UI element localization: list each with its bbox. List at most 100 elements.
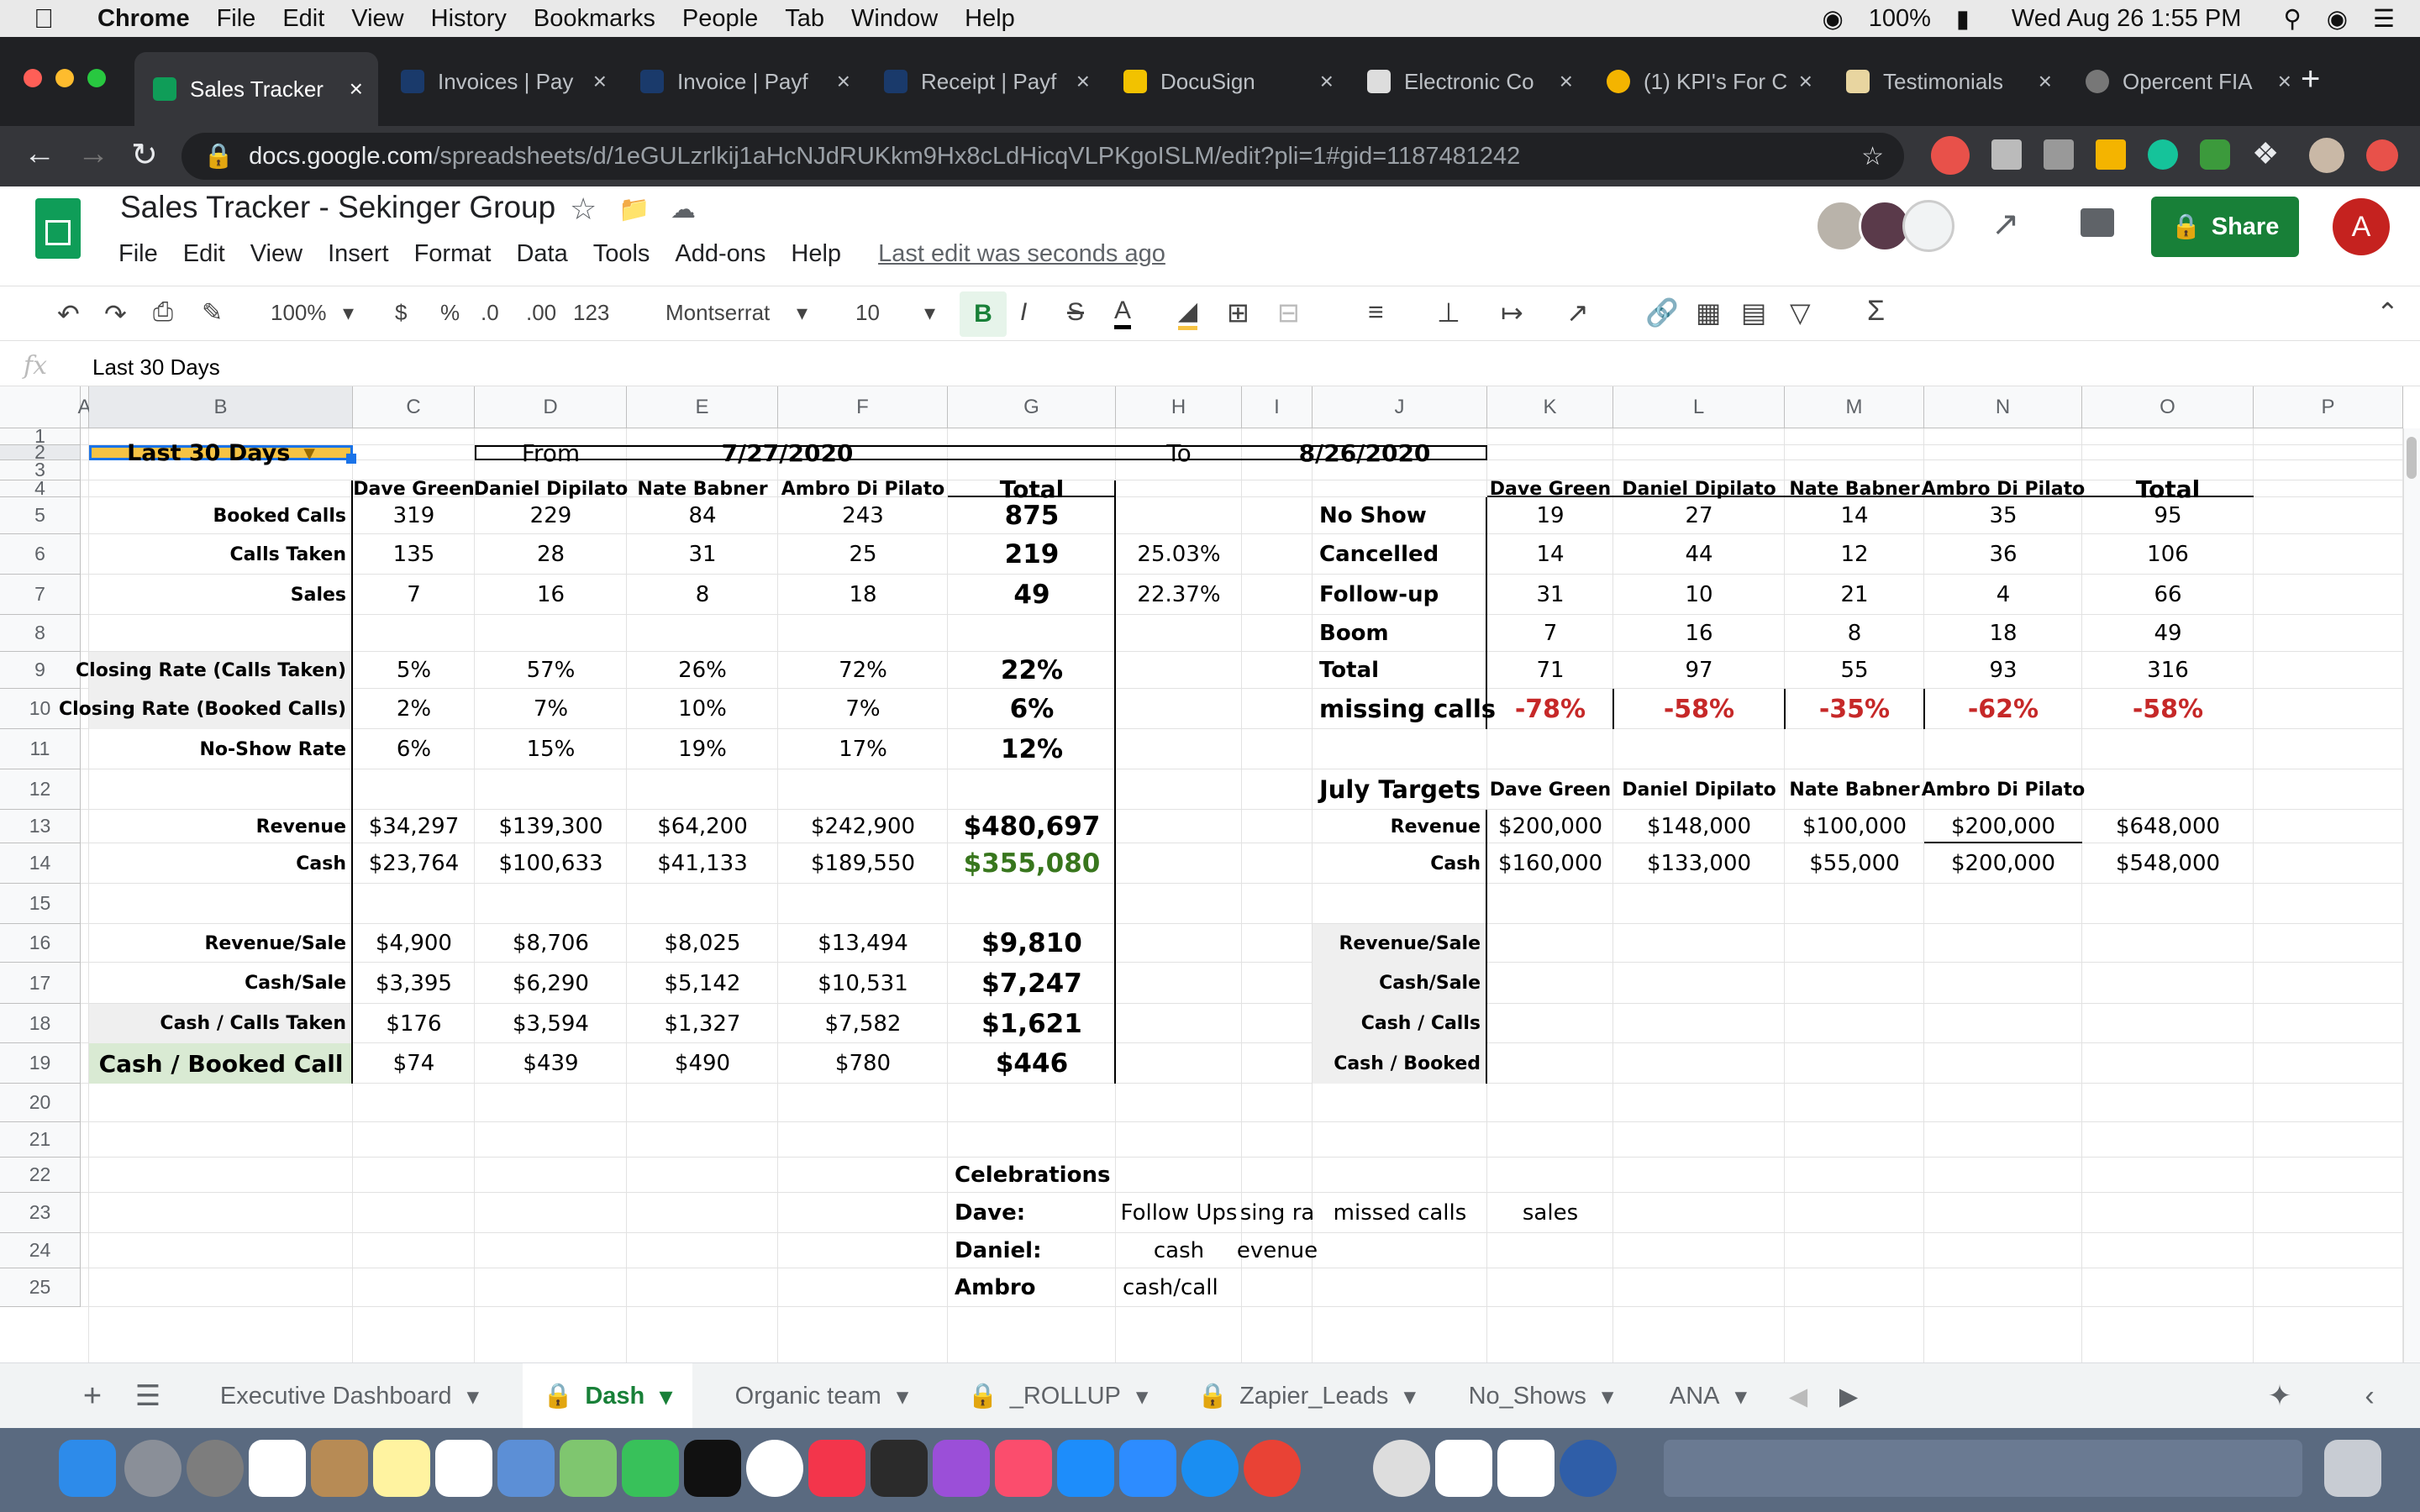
menubar-item[interactable]: Help [965,5,1015,33]
chevron-down-icon[interactable]: ▾ [897,1382,909,1411]
decrease-decimal-button[interactable]: .0 [481,300,499,326]
strikethrough-button[interactable]: S [1067,298,1084,327]
chevron-down-icon[interactable]: ▾ [797,300,808,326]
row-header-16[interactable]: 16 [0,924,81,963]
percent-format-button[interactable]: % [440,300,460,326]
browser-tab[interactable]: Electronic Co × [1349,55,1588,108]
sheet-tab-rollup[interactable]: 🔒 _ROLLUP ▾ [951,1363,1165,1432]
menubar-app-name[interactable]: Chrome [97,5,190,33]
borders-icon[interactable]: ⊞ [1227,297,1249,328]
scroll-tabs-right-icon[interactable]: ▶ [1832,1363,1865,1429]
app-icon[interactable] [1497,1440,1555,1497]
text-wrap-icon[interactable]: ↦ [1501,297,1523,328]
all-sheets-icon[interactable]: ☰ [126,1363,170,1429]
row-header-14[interactable]: 14 [0,843,81,884]
row-header-15[interactable]: 15 [0,884,81,924]
add-sheet-icon[interactable]: + [71,1363,114,1429]
contacts-icon[interactable] [311,1440,368,1497]
row-header-13[interactable]: 13 [0,810,81,843]
browser-tab-active[interactable]: Sales Tracker × [134,52,378,126]
menu-format[interactable]: Format [414,240,492,268]
battery-label[interactable]: 100% [1869,5,1931,33]
tab-close-icon[interactable]: × [2039,68,2052,95]
safari-icon[interactable] [1181,1440,1239,1497]
browser-tab[interactable]: Testimonials × [1828,55,2067,108]
extension-icon[interactable] [1991,139,2022,170]
menu-view[interactable]: View [250,240,302,268]
row-header-21[interactable]: 21 [0,1122,81,1158]
facetime-icon[interactable] [622,1440,679,1497]
extension-icon[interactable] [2044,139,2074,170]
column-header-k[interactable]: K [1487,386,1613,428]
minimized-windows[interactable] [1664,1440,2302,1497]
photos-icon[interactable] [746,1440,803,1497]
row-header-5[interactable]: 5 [0,497,81,534]
sheet-tab-dash[interactable]: 🔒 Dash ▾ [523,1363,692,1432]
address-bar[interactable]: 🔒 docs.google.com/spreadsheets/d/1eGULzr… [182,133,1904,180]
select-all-corner[interactable] [0,386,81,428]
share-button[interactable]: 🔒 Share [2151,197,2299,257]
app-store-icon[interactable] [1057,1440,1114,1497]
row-header-19[interactable]: 19 [0,1043,81,1084]
menu-tools[interactable]: Tools [593,240,650,268]
app-icon[interactable] [1373,1440,1430,1497]
row-header-22[interactable]: 22 [0,1158,81,1193]
comments-icon[interactable] [2081,208,2114,237]
increase-decimal-button[interactable]: .00 [526,300,556,326]
column-header-o[interactable]: O [2082,386,2254,428]
tab-close-icon[interactable]: × [593,68,607,95]
row-header-9[interactable]: 9 [0,652,81,689]
move-folder-icon[interactable]: 📁 [618,195,650,224]
chevron-down-icon[interactable]: ▾ [1136,1382,1149,1411]
tab-close-icon[interactable]: × [837,68,850,95]
row-header-23[interactable]: 23 [0,1193,81,1233]
insert-chart-icon[interactable]: ▤ [1741,297,1766,328]
more-formats-button[interactable]: 123 [573,300,609,326]
dropdown-arrow-icon[interactable]: ▾ [303,440,315,466]
column-header-h[interactable]: H [1116,386,1242,428]
chrome-icon[interactable] [1244,1440,1301,1497]
merge-cells-icon[interactable]: ⊟ [1277,297,1300,328]
finder-icon[interactable] [59,1440,116,1497]
chevron-down-icon[interactable]: ▾ [660,1382,672,1411]
chevron-down-icon[interactable]: ▾ [343,300,354,326]
column-header-c[interactable]: C [353,386,475,428]
vertical-scrollbar[interactable] [2403,428,2420,1362]
menubar-item[interactable]: Window [851,5,938,33]
undo-icon[interactable]: ↶ [57,298,80,330]
zoom-icon[interactable] [1119,1440,1176,1497]
column-header-p[interactable]: P [2254,386,2403,428]
scroll-tabs-left-icon[interactable]: ◀ [1781,1363,1815,1429]
row-header-6[interactable]: 6 [0,534,81,575]
scrollbar-thumb[interactable] [2407,437,2417,479]
column-header-f[interactable]: F [778,386,948,428]
tab-close-icon[interactable]: × [350,76,363,102]
filter-icon[interactable]: ▽ [1790,297,1811,328]
menubar-item[interactable]: Bookmarks [534,5,655,33]
menu-help[interactable]: Help [791,240,841,268]
chat-users-icon[interactable] [1902,200,1954,252]
row-header-18[interactable]: 18 [0,1004,81,1043]
italic-button[interactable]: I [1020,298,1027,327]
menubar-item[interactable]: Edit [282,5,324,33]
mail-icon[interactable] [497,1440,555,1497]
slack-icon[interactable] [1435,1440,1492,1497]
functions-sigma-icon[interactable]: Σ [1867,295,1885,328]
insert-comment-icon[interactable]: ▦ [1696,297,1721,328]
chevron-down-icon[interactable]: ▾ [467,1382,480,1411]
apple-tv-icon[interactable] [684,1440,741,1497]
sheets-logo-icon[interactable] [35,198,81,259]
window-zoom-icon[interactable] [87,69,106,87]
row-header-24[interactable]: 24 [0,1233,81,1268]
row-header-8[interactable]: 8 [0,615,81,652]
window-close-icon[interactable] [24,69,42,87]
app-icon[interactable] [871,1440,928,1497]
sheet-tab-ana[interactable]: ANA ▾ [1647,1363,1770,1429]
datetime[interactable]: Wed Aug 26 1:55 PM [2012,5,2242,33]
menubar-item[interactable]: View [351,5,403,33]
column-header-d[interactable]: D [475,386,627,428]
notes-icon[interactable] [373,1440,430,1497]
collapse-side-panel-icon[interactable]: ‹ [2353,1363,2386,1429]
bookmark-star-icon[interactable]: ☆ [1861,142,1884,171]
back-icon[interactable]: ← [24,136,55,172]
